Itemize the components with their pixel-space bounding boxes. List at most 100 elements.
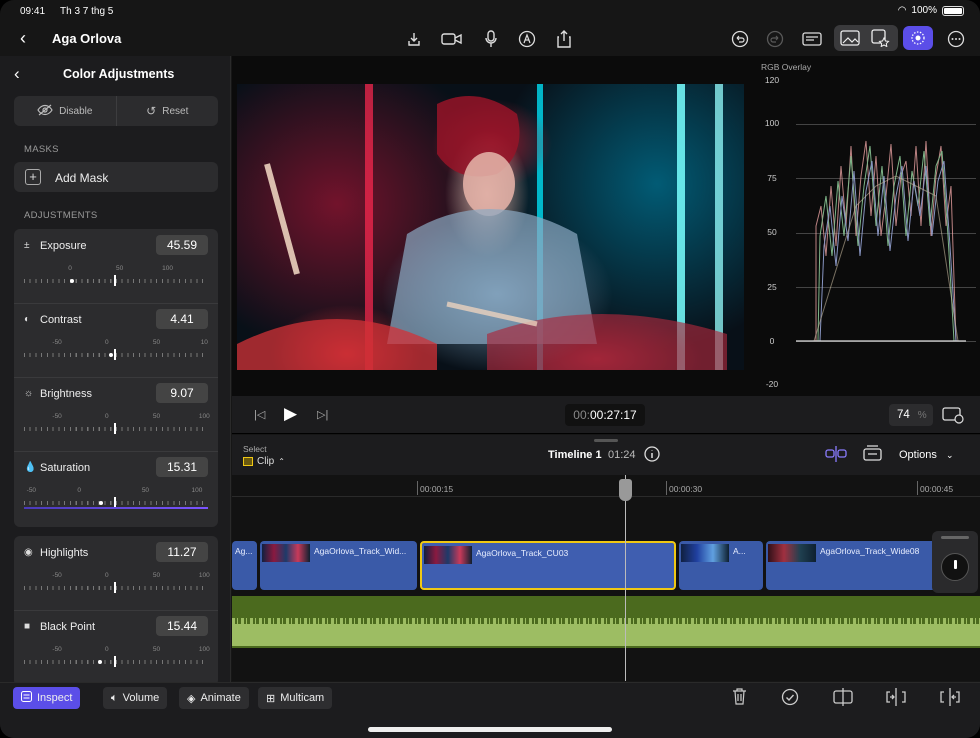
saturation-icon: 💧 <box>24 462 37 473</box>
wifi-icon: ◠ <box>897 5 907 16</box>
info-icon[interactable] <box>644 446 660 465</box>
select-clip-dropdown[interactable]: Clip ⌃ <box>243 456 285 467</box>
timecode-display: 00:00:27:17 <box>565 404 645 426</box>
redo-icon[interactable] <box>763 27 787 51</box>
contrast-icon: ◐ <box>24 314 31 325</box>
undo-icon[interactable] <box>728 27 752 51</box>
disable-reset-row: Disable ↺ Reset <box>14 96 218 126</box>
timeline-navigator[interactable] <box>932 531 978 593</box>
clip-icon <box>243 457 253 466</box>
snapping-icon[interactable] <box>824 445 848 466</box>
inspector-title: Color Adjustments <box>63 67 175 81</box>
home-indicator[interactable] <box>368 727 612 732</box>
contrast-slider[interactable]: -50 0 50 10 <box>24 339 208 363</box>
project-title: Aga Orlova <box>52 31 122 46</box>
trim-start-icon[interactable] <box>886 688 906 710</box>
favorites-icon[interactable] <box>869 26 893 50</box>
scope-label: RGB Overlay <box>761 62 812 72</box>
color-adjust-icon[interactable] <box>903 26 933 50</box>
viewer-zoom[interactable]: 74% <box>889 404 933 426</box>
black-point-slider[interactable]: -50 0 50 100 <box>24 646 210 670</box>
browser-icon[interactable] <box>800 27 824 51</box>
trim-end-icon[interactable] <box>940 688 960 710</box>
disable-label: Disable <box>59 105 93 117</box>
scope-tick: -20 <box>765 379 779 389</box>
disable-button[interactable]: Disable <box>14 96 117 126</box>
saturation-control: 💧 Saturation 15.31 -50 0 50 100 <box>14 451 218 525</box>
saturation-value[interactable]: 15.31 <box>156 457 208 477</box>
inspect-icon <box>21 691 32 705</box>
black-point-icon: ■ <box>24 621 31 632</box>
timeline-name: Timeline 1 <box>548 449 602 461</box>
viewer-options-icon[interactable] <box>942 406 964 427</box>
highlights-value[interactable]: 11.27 <box>156 542 208 562</box>
adjustments-group-primary: ± Exposure 45.59 0 50 100 ◐ Contrast 4.41 … <box>14 229 218 527</box>
eye-slash-icon <box>37 104 53 119</box>
scope-tick: 75 <box>767 173 777 183</box>
timeline-view-icon[interactable] <box>862 445 884 466</box>
animate-button[interactable]: ◈ Animate <box>179 687 249 709</box>
brightness-value[interactable]: 9.07 <box>156 383 208 403</box>
media-segment <box>834 25 898 51</box>
video-clip[interactable]: A... <box>679 541 763 590</box>
reset-button[interactable]: ↺ Reset <box>117 96 219 126</box>
battery-percent: 100% <box>911 5 937 16</box>
animate-icon: ◈ <box>187 692 196 705</box>
chevron-down-icon: ⌄ <box>945 450 954 460</box>
back-icon[interactable]: ‹ <box>14 64 20 84</box>
scope-tick: 50 <box>767 227 777 237</box>
masks-header: MASKS <box>24 144 59 155</box>
scope-tick: 120 <box>764 75 780 85</box>
inspector-header: ‹ Color Adjustments <box>0 56 230 92</box>
import-icon[interactable] <box>402 27 426 51</box>
voiceover-icon[interactable] <box>515 27 539 51</box>
play-icon[interactable]: ▶ <box>284 404 297 424</box>
camera-icon[interactable] <box>440 27 464 51</box>
video-preview[interactable] <box>237 84 744 370</box>
status-bar: 09:41 Th 3 7 thg 5 ◠ 100% <box>0 0 980 22</box>
timeline-header: Select Clip ⌃ Timeline 1 01:24 Options ⌄ <box>232 435 980 475</box>
exposure-value[interactable]: 45.59 <box>156 235 208 255</box>
split-clip-icon[interactable] <box>833 688 853 710</box>
control-label: Brightness <box>40 388 92 400</box>
highlights-slider[interactable]: -50 0 50 100 <box>24 572 210 596</box>
scope-tick: 25 <box>767 282 777 292</box>
inspect-button[interactable]: Inspect <box>13 687 81 709</box>
skip-back-icon[interactable]: |◁ <box>254 408 265 421</box>
brightness-slider[interactable]: -50 0 50 100 <box>24 413 210 437</box>
more-icon[interactable] <box>944 27 968 51</box>
checkmark-icon[interactable] <box>781 688 799 710</box>
share-icon[interactable] <box>552 27 576 51</box>
black-point-value[interactable]: 15.44 <box>156 616 208 636</box>
video-clip[interactable]: AgaOrlova_Track_Wid... <box>260 541 417 590</box>
photos-icon[interactable] <box>838 26 862 50</box>
resize-handle[interactable] <box>594 439 618 442</box>
skip-forward-icon[interactable]: ▷| <box>317 408 328 421</box>
back-icon[interactable]: ‹ <box>20 28 26 49</box>
timeline-ruler[interactable]: 00:00:15 00:00:30 00:00:45 <box>232 475 980 497</box>
speaker-icon: 🔈︎ <box>111 691 118 704</box>
add-mask-button[interactable]: + Add Mask <box>14 162 218 192</box>
timeline-options-button[interactable]: Options ⌄ <box>899 449 954 461</box>
exposure-slider[interactable]: 0 50 100 <box>24 265 208 289</box>
selected-video-clip[interactable]: AgaOrlova_Track_CU03 <box>420 541 676 590</box>
audio-track[interactable] <box>232 596 980 648</box>
adjustments-group-tone: ◉ Highlights 11.27 -50 0 50 100 ■ Black Poi… <box>14 536 218 682</box>
trash-icon[interactable] <box>732 688 747 709</box>
volume-button[interactable]: 🔈︎ Volume <box>103 687 168 709</box>
playhead-handle[interactable] <box>619 479 632 501</box>
ruler-label: 00:00:15 <box>420 484 454 494</box>
control-label: Highlights <box>40 547 89 559</box>
video-clip[interactable]: Ag... <box>232 541 257 590</box>
playhead-line <box>625 475 626 681</box>
chevron-updown-icon: ⌃ <box>278 457 285 466</box>
transport-bar: |◁ ▶ ▷| 00:00:27:17 74% <box>232 396 980 434</box>
jog-wheel-icon[interactable] <box>941 553 969 581</box>
brightness-icon: ☼ <box>24 388 34 399</box>
timeline-tracks[interactable]: 00:00:15 00:00:30 00:00:45 Ag... AgaOrlo… <box>232 475 980 681</box>
multicam-button[interactable]: ⊞ Multicam <box>258 687 333 709</box>
microphone-icon[interactable] <box>479 27 503 51</box>
contrast-value[interactable]: 4.41 <box>156 309 208 329</box>
inspector-panel: ‹ Color Adjustments Disable ↺ Reset MASK… <box>0 56 231 682</box>
status-time: 09:41 <box>20 6 46 17</box>
